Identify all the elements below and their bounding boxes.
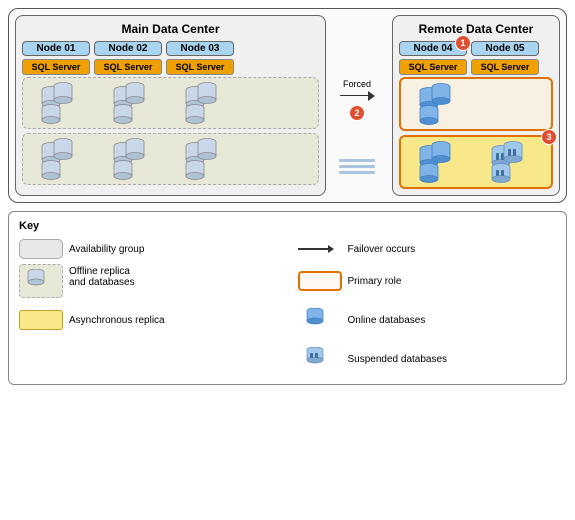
- key-legend: Key Availability group Failover occurs: [8, 211, 567, 385]
- main-data-center: Main Data Center Node 01 SQL Server Node…: [15, 15, 326, 196]
- online-db-icon-1: [417, 83, 463, 125]
- online-db-icon-2: [417, 141, 463, 183]
- badge-3: 3: [541, 129, 557, 145]
- offline-db-icon-6: [183, 138, 229, 180]
- key-suspended-icon: [306, 347, 334, 371]
- key-offline-icon: [27, 269, 55, 293]
- main-r1-cell2: [100, 82, 168, 124]
- offline-db-icon-5: [111, 138, 157, 180]
- node-03-sql: SQL Server: [166, 59, 234, 75]
- remote-r2-cell1: [406, 141, 474, 183]
- node-03-label: Node 03: [166, 41, 234, 56]
- arrow-row: [340, 91, 375, 101]
- offline-db-icon-1: [39, 82, 85, 124]
- connector-zone: Forced 2: [326, 15, 388, 196]
- key-primary-shape: [298, 271, 342, 291]
- remote-data-center: Remote Data Center 1 Node 04 SQL Server …: [392, 15, 560, 196]
- conn-line-3: [339, 171, 375, 174]
- key-online-shape: [298, 303, 342, 337]
- node-01-col: Node 01 SQL Server: [22, 41, 90, 75]
- key-suspended-label: Suspended databases: [348, 354, 448, 365]
- remote-row2-primary: 3: [399, 135, 553, 189]
- remote-r1-cell2-empty: [478, 83, 546, 125]
- row1-arrow-area: Forced 2: [340, 79, 375, 121]
- node-03-col: Node 03 SQL Server: [166, 41, 234, 75]
- key-async-replica: Asynchronous replica: [19, 303, 278, 337]
- key-offline-shape: [19, 264, 63, 298]
- node-02-label: Node 02: [94, 41, 162, 56]
- key-online-db: Online databases: [298, 303, 557, 337]
- remote-row1-primary: [399, 77, 553, 131]
- main-nodes-area: Node 01 SQL Server Node 02 SQL Server No…: [22, 41, 319, 75]
- main-wrapper: Main Data Center Node 01 SQL Server Node…: [0, 0, 575, 393]
- main-r1-cell3: [172, 82, 240, 124]
- node-02-sql: SQL Server: [94, 59, 162, 75]
- key-avail-shape: [19, 239, 63, 259]
- badge-2: 2: [349, 105, 365, 121]
- key-arrow-shaft: [298, 248, 328, 250]
- main-r2-cell3: [172, 138, 240, 180]
- node-05-sql: SQL Server: [471, 59, 539, 75]
- key-suspended-db: Suspended databases: [298, 342, 557, 376]
- arrow-shaft: [340, 95, 368, 97]
- key-failover: Failover occurs: [298, 239, 557, 259]
- key-primary-label: Primary role: [348, 276, 402, 287]
- badge-3-container: 3: [541, 129, 557, 145]
- node-05-col: Node 05 SQL Server: [471, 41, 539, 75]
- remote-dc-title: Remote Data Center: [399, 22, 553, 36]
- main-row2: [22, 133, 319, 185]
- key-arrow-head: [328, 245, 334, 253]
- node-01-label: Node 01: [22, 41, 90, 56]
- remote-r2-cell2: [478, 141, 546, 183]
- main-dc-title: Main Data Center: [22, 22, 319, 36]
- suspended-db-icon-1: [489, 141, 535, 183]
- key-avail-label: Availability group: [69, 244, 144, 255]
- key-title: Key: [19, 220, 556, 232]
- key-async-shape: [19, 310, 63, 330]
- arrow-head: [368, 91, 375, 101]
- key-grid: Availability group Failover occurs: [19, 239, 556, 376]
- offline-db-icon-3: [183, 82, 229, 124]
- remote-r1-cell1: [406, 83, 474, 125]
- conn-line-2: [339, 165, 375, 168]
- key-offline-replica: Offline replicaand databases: [19, 264, 278, 298]
- main-r1-cell1: [28, 82, 96, 124]
- row2-connector: [339, 158, 375, 175]
- main-replica-rows: [22, 77, 319, 185]
- key-suspended-shape: [298, 342, 342, 376]
- key-primary-role: Primary role: [298, 264, 557, 298]
- node-01-sql: SQL Server: [22, 59, 90, 75]
- key-failover-label: Failover occurs: [348, 244, 416, 255]
- forced-label: Forced: [343, 79, 371, 89]
- badge-1: 1: [455, 35, 471, 51]
- key-arrow-shape: [298, 245, 342, 253]
- badge-1-container: 1: [455, 35, 471, 51]
- key-avail-group: Availability group: [19, 239, 278, 259]
- dc-row: Main Data Center Node 01 SQL Server Node…: [15, 15, 560, 196]
- key-online-label: Online databases: [348, 315, 426, 326]
- node-04-sql: SQL Server: [399, 59, 467, 75]
- main-r2-cell2: [100, 138, 168, 180]
- remote-nodes-area: 1 Node 04 SQL Server Node 05 SQL Server: [399, 41, 553, 75]
- offline-db-icon-4: [39, 138, 85, 180]
- key-online-icon: [306, 308, 334, 332]
- remote-replica-rows: 3: [399, 77, 553, 189]
- node-05-label: Node 05: [471, 41, 539, 56]
- key-offline-label: Offline replicaand databases: [69, 266, 135, 288]
- main-row1: [22, 77, 319, 129]
- node-04-col: 1 Node 04 SQL Server: [399, 41, 467, 75]
- outer-diagram-border: Main Data Center Node 01 SQL Server Node…: [8, 8, 567, 203]
- offline-db-icon-2: [111, 82, 157, 124]
- node-02-col: Node 02 SQL Server: [94, 41, 162, 75]
- main-r2-cell1: [28, 138, 96, 180]
- conn-line-1: [339, 159, 375, 162]
- key-async-label: Asynchronous replica: [69, 315, 165, 326]
